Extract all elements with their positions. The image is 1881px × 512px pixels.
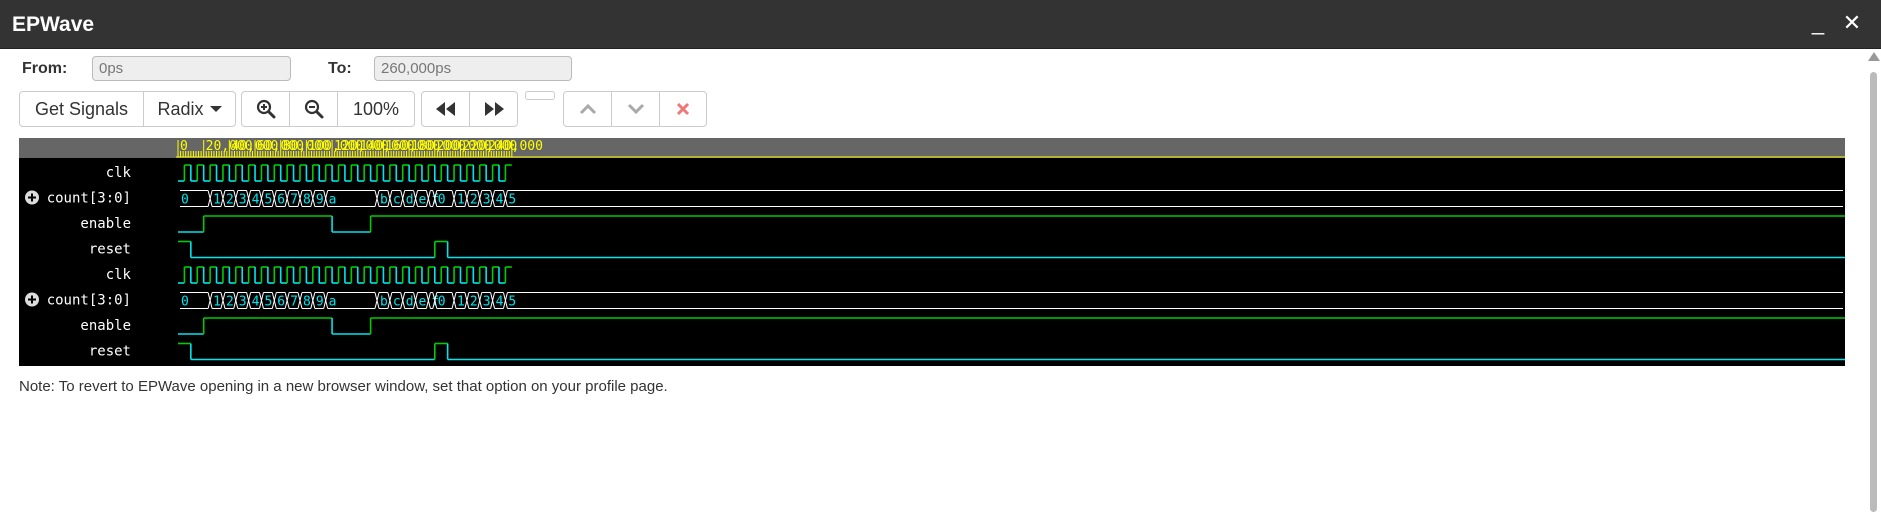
- bus-value: a: [329, 193, 337, 208]
- scroll-button-group: [421, 91, 518, 127]
- close-icon[interactable]: ✕: [1840, 10, 1864, 36]
- bus-value: 0: [438, 295, 446, 310]
- to-label: To:: [328, 60, 352, 77]
- blank-button[interactable]: [525, 91, 555, 100]
- bus-value: 3: [239, 295, 247, 310]
- chevron-down-icon: [627, 103, 644, 115]
- title-bar: EPWave _ ✕: [0, 0, 1881, 49]
- fast-backward-icon: [435, 102, 455, 116]
- zoom-out-icon: [304, 99, 323, 119]
- bus-value: e: [419, 295, 427, 310]
- zoom-in-icon: [256, 99, 275, 119]
- waveform-viewer[interactable]: 0 20,000 40,000 60,000 80,000 100,000 120,000 1…: [19, 138, 1845, 366]
- remove-signal-button[interactable]: [660, 92, 706, 126]
- bus-value: 7: [290, 295, 298, 310]
- scroll-right-button[interactable]: [470, 92, 517, 126]
- bus-value: 4: [496, 193, 504, 208]
- signal-name: clk: [106, 267, 132, 283]
- bus-value: 5: [508, 295, 516, 310]
- signal-order-button-group: [563, 91, 707, 127]
- fast-forward-icon: [484, 102, 504, 116]
- bus-value: 4: [496, 295, 504, 310]
- bus-value: 8: [303, 193, 311, 208]
- move-up-button[interactable]: [564, 92, 612, 126]
- bus-value: c: [393, 193, 401, 208]
- from-field[interactable]: 0ps: [92, 56, 291, 81]
- profile-note: Note: To revert to EPWave opening in a n…: [19, 378, 668, 395]
- bus-value: 6: [277, 193, 285, 208]
- bus-value: 3: [483, 193, 491, 208]
- scroll-up-arrow-icon[interactable]: [1868, 52, 1880, 61]
- bus-value: 9: [316, 295, 324, 310]
- signal-name: count[3:0]: [47, 293, 131, 309]
- radix-button[interactable]: Radix: [144, 92, 235, 126]
- zoom-in-button[interactable]: [242, 92, 290, 126]
- bus-value: 3: [483, 295, 491, 310]
- signal-button-group: Get Signals Radix: [19, 91, 236, 127]
- zoom-out-button[interactable]: [290, 92, 338, 126]
- ruler-label: 0: [180, 139, 188, 154]
- bus-value: e: [419, 193, 427, 208]
- bus-value: 0: [181, 193, 189, 208]
- bus-value: 4: [252, 295, 260, 310]
- signal-name: enable: [80, 318, 131, 334]
- zoom-button-group: 100%: [241, 91, 415, 127]
- remove-icon: [676, 102, 690, 116]
- bus-value: 5: [264, 295, 272, 310]
- bus-value: 2: [226, 193, 234, 208]
- bus-value: b: [380, 295, 388, 310]
- bus-value: 4: [252, 193, 260, 208]
- signal-name: count[3:0]: [47, 191, 131, 207]
- vertical-scrollbar[interactable]: [1866, 52, 1881, 512]
- get-signals-button[interactable]: Get Signals: [20, 92, 144, 126]
- signal-name: reset: [89, 242, 131, 258]
- bus-value: 1: [457, 193, 465, 208]
- bus-value: c: [393, 295, 401, 310]
- caret-down-icon: [209, 106, 222, 112]
- scroll-left-button[interactable]: [422, 92, 470, 126]
- window-title: EPWave: [12, 13, 95, 36]
- ruler-label: 240,000: [488, 139, 543, 154]
- bus-value: 1: [457, 295, 465, 310]
- from-label: From:: [22, 60, 68, 77]
- bus-value: 3: [239, 193, 247, 208]
- signal-name: reset: [89, 344, 131, 360]
- bus-value: 9: [316, 193, 324, 208]
- signal-name: clk: [106, 165, 132, 181]
- bus-value: 6: [277, 295, 285, 310]
- waveform-canvas[interactable]: 0 20,00040,00060,00080,000100,000120,0001…: [19, 138, 1845, 366]
- bus-value: 0: [181, 295, 189, 310]
- bus-value: 1: [213, 295, 221, 310]
- bus-value: d: [406, 295, 414, 310]
- minimize-icon[interactable]: _: [1806, 10, 1830, 36]
- move-down-button[interactable]: [612, 92, 660, 126]
- bus-value: 5: [508, 193, 516, 208]
- bus-value: 2: [470, 193, 478, 208]
- bus-value: d: [406, 193, 414, 208]
- chevron-up-icon: [579, 103, 596, 115]
- scrollbar-thumb[interactable]: [1870, 72, 1877, 512]
- zoom-level-button[interactable]: 100%: [338, 92, 414, 126]
- bus-value: 2: [470, 295, 478, 310]
- bus-value: 2: [226, 295, 234, 310]
- bus-value: 1: [213, 193, 221, 208]
- bus-value: b: [380, 193, 388, 208]
- signal-name: enable: [80, 216, 131, 232]
- bus-value: 0: [438, 193, 446, 208]
- bus-value: a: [329, 295, 337, 310]
- radix-label: Radix: [157, 98, 204, 119]
- bus-value: 5: [264, 193, 272, 208]
- bus-value: 8: [303, 295, 311, 310]
- to-field[interactable]: 260,000ps: [374, 56, 572, 81]
- bus-value: 7: [290, 193, 298, 208]
